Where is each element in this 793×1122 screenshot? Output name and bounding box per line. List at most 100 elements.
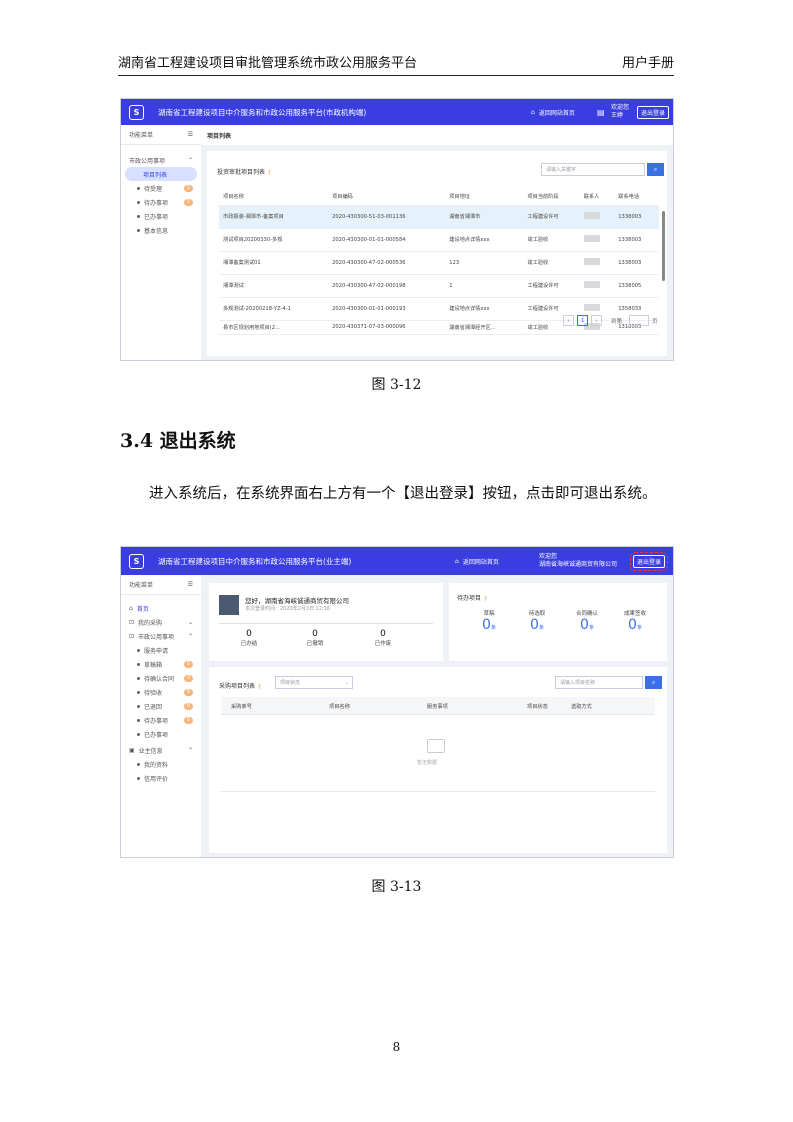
count-badge: 0 [184,702,193,710]
login-time: 本次登录时间：2020年2月3日 12:16 [245,606,331,612]
todo-card: 待办项目 ⚷ 草稿 0条 待选取 0条 合同确认 0条 成果签收 0条 [449,583,667,661]
sidebar-item[interactable]: ⌂ 首页 [121,601,201,615]
top-bar: S 湖南省工程建设项目中介服务和市政公用服务平台(业主端) ⌂ 返回网站首页 欢… [121,547,673,575]
sidebar-item-label: 草稿箱 [144,661,163,669]
search-icon: ⌕ [653,165,658,173]
next-page-icon[interactable]: › [591,315,602,326]
tab-project-list[interactable]: 项目列表 [201,125,673,145]
sidebar-item[interactable]: 待确认合同 0 [121,671,201,685]
count-badge: 0 [184,716,193,724]
logout-button[interactable]: 退出登录 [629,551,669,571]
pagination: ‹ 1 › 到第 页 [563,315,658,326]
stat-voided: 0 已作废 [374,629,392,647]
sidebar-item-project-list[interactable]: 项目列表 [125,167,197,181]
count-badge: 2 [184,198,193,206]
menu-toggle-icon[interactable]: ☰ [188,131,193,138]
search-button[interactable]: ⌕ [647,163,664,176]
platform-title: 湖南省工程建设项目中介服务和市政公用服务平台(业主端) [158,556,352,566]
section-title: 3.4 退出系统 [120,430,236,452]
key-icon: ⚷ [256,683,262,690]
status-select[interactable]: 项目状态 ⌄ [275,676,353,689]
key-icon: ⚷ [266,169,272,176]
todo-to-select[interactable]: 待选取 0条 [519,609,555,633]
figure-caption: 图 3-12 [371,377,422,393]
list-title: 采购项目列表 ⚷ [219,683,262,690]
bullet-dot [137,676,140,680]
bullet-dot [137,776,140,780]
sidebar-item-label: 业主信息 [138,747,163,755]
menu-toggle-icon[interactable]: ☰ [188,581,193,588]
logout-button[interactable]: 退出登录 [637,105,670,119]
sidebar-head: 功能菜单 ☰ [121,125,201,145]
count-badge: 1 [184,184,193,192]
todo-contract-confirm[interactable]: 合同确认 0条 [567,609,607,633]
platform-logo-icon: S [129,553,144,569]
table-row[interactable]: 测试项目20200330-多规 2020-430300-01-01-000584 建… [219,228,659,251]
company-card: 您好，湖南省海峡诚通商贸有限公司 本次登录时间：2020年2月3日 12:16 … [209,583,443,661]
sidebar-item[interactable]: 信用评价 [121,771,201,785]
bullet-dot [137,718,140,722]
todo-result-receipt[interactable]: 成果签收 0条 [615,609,655,633]
sidebar-item-label: 待验收 [144,689,163,697]
sidebar-item-pending-accept[interactable]: 待受理 1 [121,181,201,195]
page-header: 湖南省工程建设项目审批管理系统市政公用服务平台 用户手册 [118,54,674,76]
sidebar-item[interactable]: 草稿箱 0 [121,657,201,671]
sidebar-item[interactable]: 服务申请 [121,643,201,657]
todo-title: 待办项目 ⚷ [457,595,488,602]
bullet-dot [137,762,140,766]
company-avatar [219,595,239,615]
page-number[interactable]: 1 [577,315,588,326]
welcome-text: 欢迎您 王婷 [611,104,630,119]
sidebar-item-done[interactable]: 已办事项 [121,209,201,223]
table-row[interactable]: 市政报装-湘潭市-备案项目 2020-430300-51-03-001136 湖南省… [219,205,659,228]
scrollbar[interactable] [662,211,665,281]
platform-logo-icon: S [129,104,144,120]
sidebar-item[interactable]: 已退回 0 [121,699,201,713]
count-badge: 0 [184,674,193,682]
sidebar-item-label: 首页 [136,605,149,613]
sidebar-item-basic-info[interactable]: 基本信息 [121,223,201,237]
sidebar-item-label: 信用评价 [144,775,169,783]
home-link[interactable]: ⌂ 返回网站首页 [455,557,499,566]
goto-page-input[interactable] [629,315,650,326]
sidebar-item[interactable]: ▣ 业主信息 ⌃ [121,743,201,757]
list-title: 投资审批项目列表 ⚷ [217,169,272,176]
bullet-dot [137,704,140,708]
todo-draft[interactable]: 草稿 0条 [471,609,507,633]
sidebar-group-municipal[interactable]: 市政公用事项 ⌃ [121,153,201,167]
prev-page-icon[interactable]: ‹ [563,315,574,326]
table-row[interactable]: 湘潭备案测试01 2020-430300-47-02-000536 123 竣工验收 1… [219,251,659,274]
sidebar-item[interactable]: 我的资料 [121,757,201,771]
purchase-list-panel: 采购项目列表 ⚷ 项目状态 ⌄ 请输入项目名称 ⌕ 采购单号 项目名称 服务事项 … [209,667,667,853]
sidebar-item-label: 服务申请 [144,647,169,655]
search-input[interactable]: 请输入关键字 [541,163,645,176]
sidebar-item[interactable]: 已办事项 [121,727,201,741]
home-link[interactable]: ⌂ 返回网站首页 [531,108,575,117]
sidebar-item-todo[interactable]: 待办事项 2 [121,195,201,209]
figure-caption: 图 3-13 [371,879,422,895]
sidebar-item[interactable]: ⊡ 市政公用事项 ⌃ [121,629,201,643]
sidebar-item[interactable]: ⊡ 我的采购 ⌄ [121,615,201,629]
sidebar-item[interactable]: 待验收 0 [121,685,201,699]
sidebar-head: 功能菜单 ☰ [121,575,201,595]
table-header: 采购单号 项目名称 服务事项 项目状态 选取方式 [221,697,655,715]
bullet-dot [137,690,140,694]
bullet-dot [137,732,140,736]
sidebar-item[interactable]: 待办事项 0 [121,713,201,727]
table-row[interactable]: 湘潭测试 2020-430300-47-02-000198 1 工程建设许可 13380… [219,274,659,297]
platform-title: 湖南省工程建设项目中介服务和市政公用服务平台(市政机构端) [158,107,367,117]
chevron-up-icon: ⌃ [187,156,193,164]
key-icon: ⚷ [482,595,488,602]
search-input[interactable]: 请输入项目名称 [555,676,643,689]
sidebar-item-label: 我的采购 [138,619,163,627]
empty-inbox-icon [427,739,445,753]
page-unit: 页 [652,318,658,325]
sidebar: 功能菜单 ☰ 市政公用事项 ⌃ 项目列表 待受理 1 待办事项 2 已办事项 基本信息 [121,125,201,360]
search-button[interactable]: ⌕ [645,676,662,689]
home-icon: ⌂ [129,604,133,612]
table-header: 项目名称 项目编码 项目地址 项目当前阶段 联系人 联系电话 [219,189,659,205]
top-bar: S 湖南省工程建设项目中介服务和市政公用服务平台(市政机构端) ⌂ 返回网站首页… [121,99,673,125]
sidebar-item-label: 市政公用事项 [138,633,175,641]
cart-icon: ⊡ [129,618,135,626]
sidebar-item-label: 待确认合同 [144,675,175,683]
